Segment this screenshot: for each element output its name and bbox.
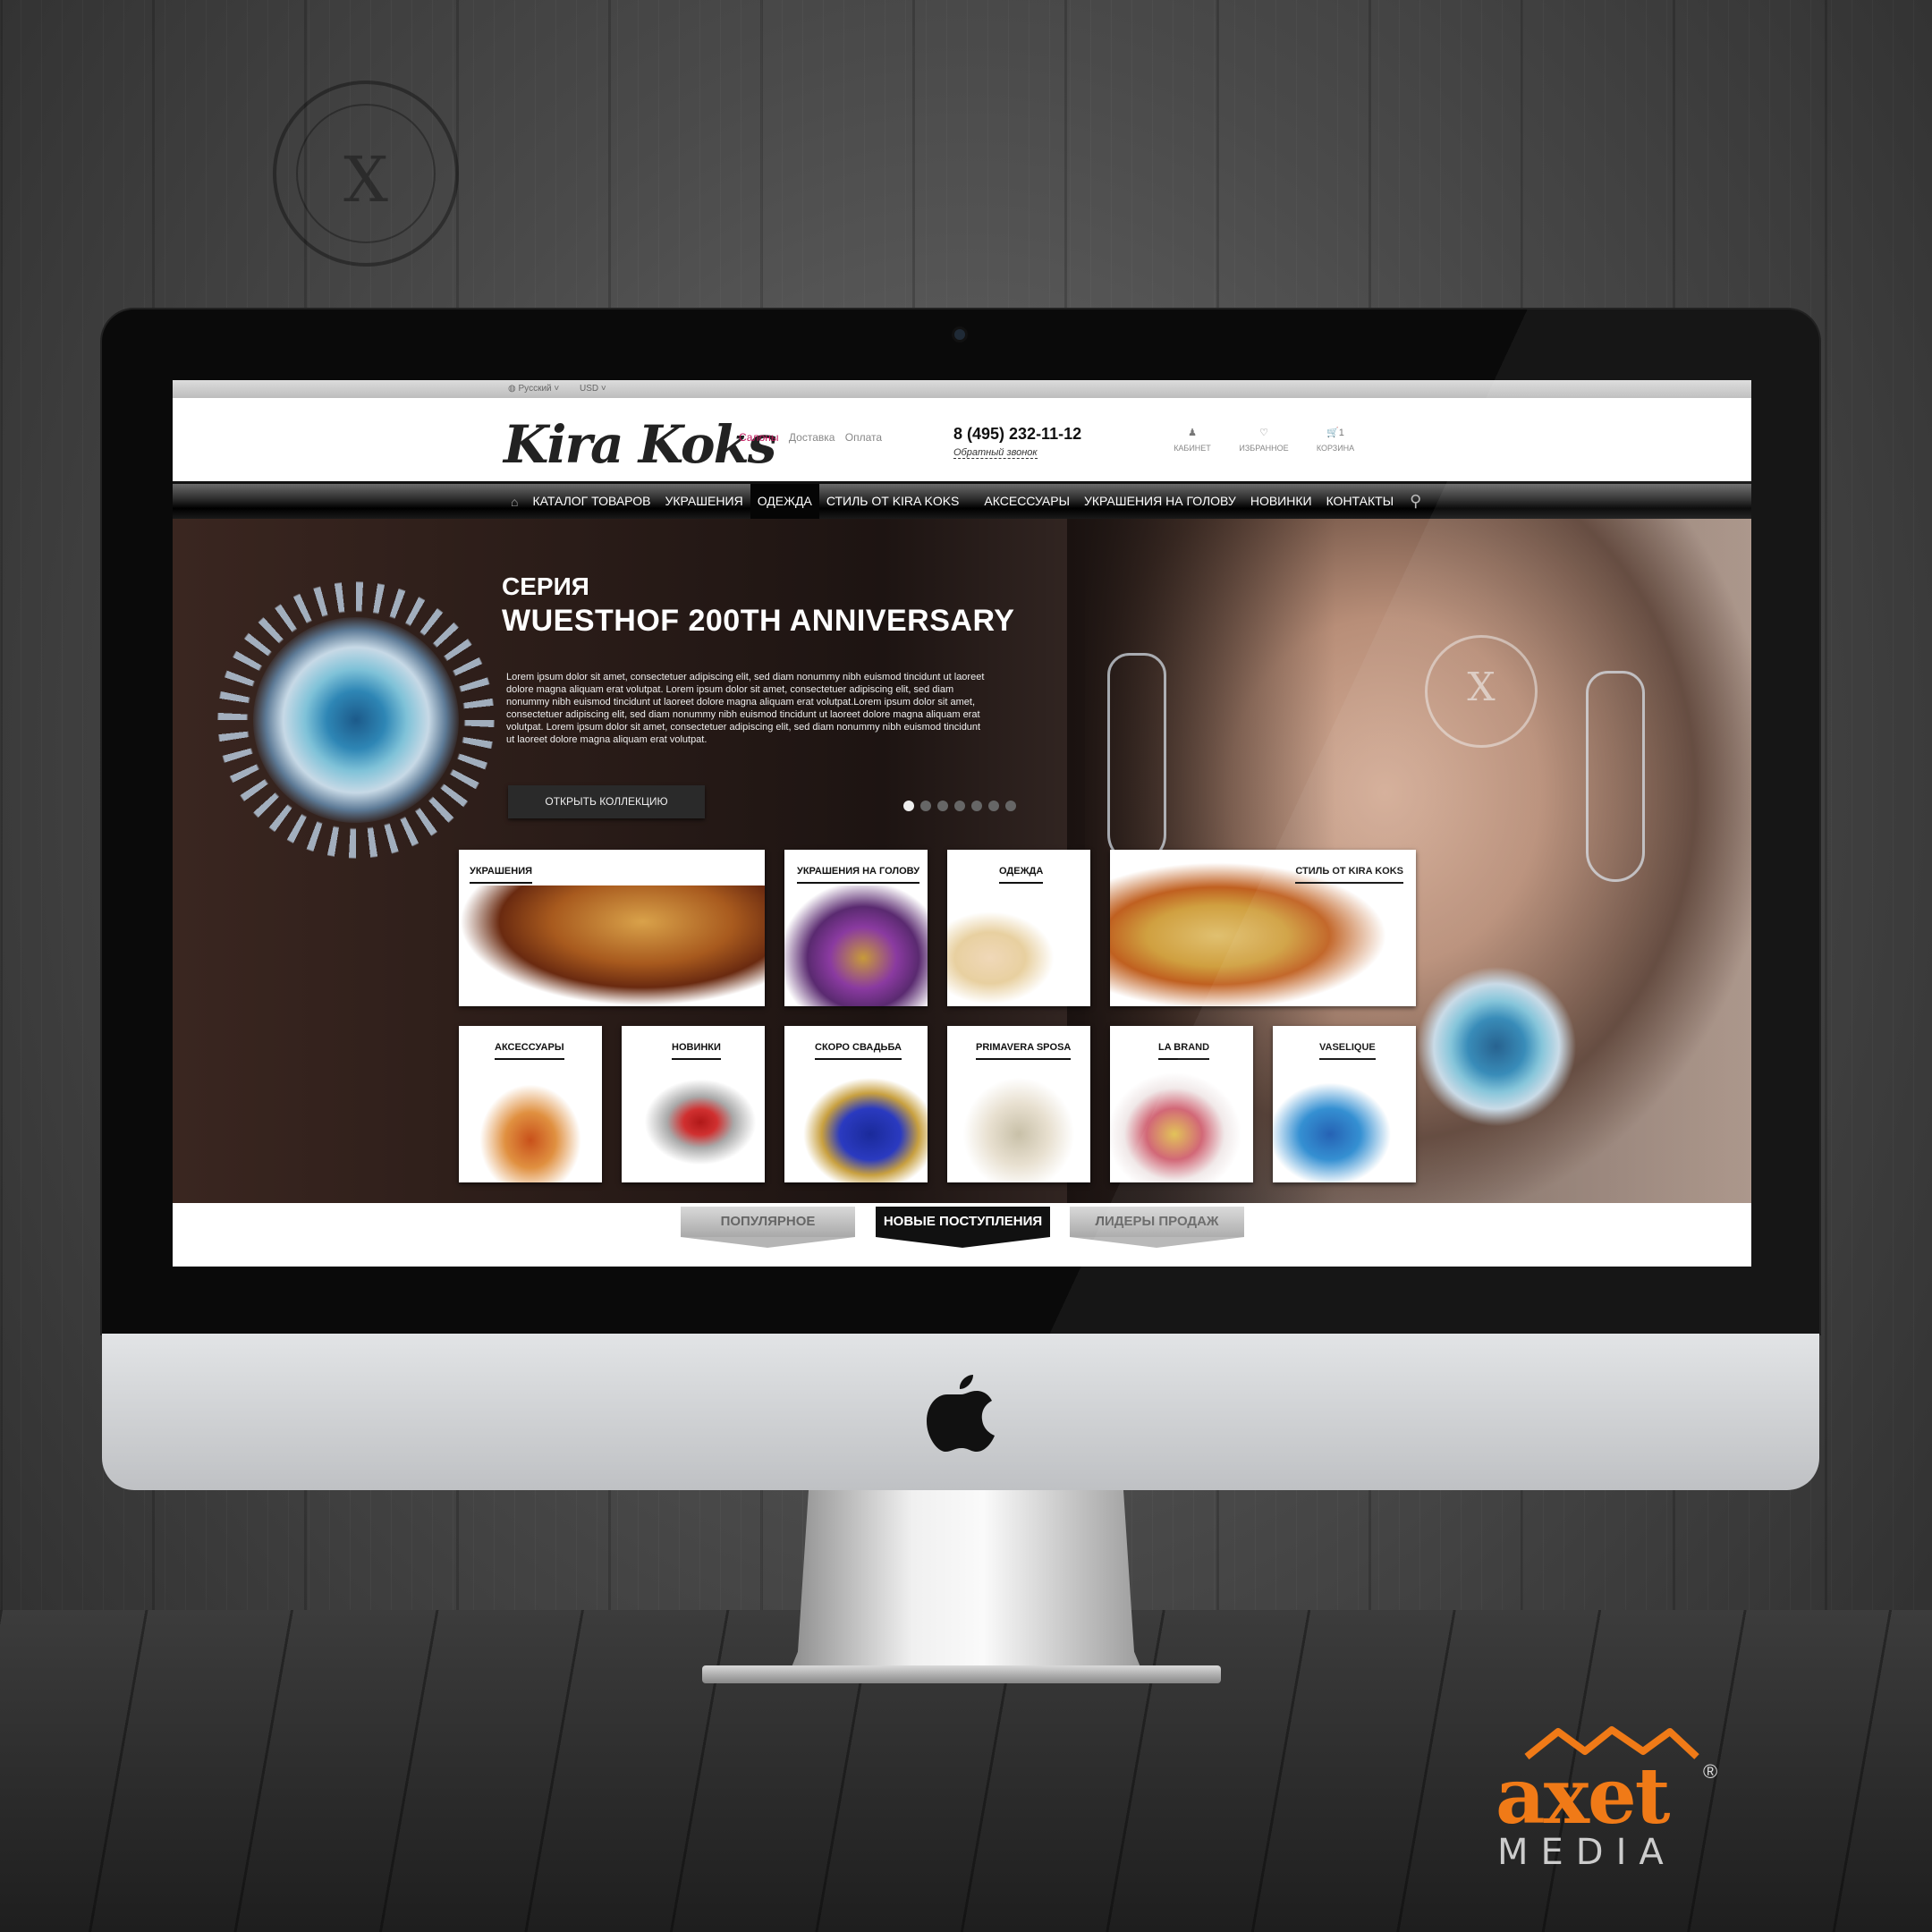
head-jewelry-image [784,886,928,1006]
category-label: УКРАШЕНИЯ [470,866,533,884]
nav-item-head-jewelry[interactable]: УКРАШЕНИЯ НА ГОЛОВУ [1077,484,1243,519]
category-tile-la-brand[interactable]: LA BRAND [1110,1026,1253,1182]
category-label: СКОРО СВАДЬБА [815,1042,902,1060]
category-label: ОДЕЖДА [999,866,1044,884]
watermark-emblem: X [1425,635,1538,748]
slider-dot[interactable] [1005,801,1016,811]
globe-icon: ◍ [508,384,519,394]
callback-link[interactable]: Обратный звонок [953,447,1038,459]
phone-number: 8 (495) 232-11-12 [953,425,1082,443]
slider-dot[interactable] [954,801,965,811]
cabinet-button[interactable]: ♟ КАБИНЕТ [1161,427,1224,453]
category-tile-clothing[interactable]: ОДЕЖДА [947,850,1090,1006]
brooch-image [253,617,459,823]
registered-icon: ® [1703,1760,1718,1783]
monitor-stand [787,1490,1145,1678]
main-nav: ⌂ КАТАЛОГ ТОВАРОВ УКРАШЕНИЯ ОДЕЖДА СТИЛЬ… [173,484,1751,519]
slider-dot[interactable] [971,801,982,811]
open-collection-button[interactable]: ОТКРЫТЬ КОЛЛЕКЦИЮ [508,785,705,818]
category-tile-vaselique[interactable]: VASELIQUE [1273,1026,1416,1182]
monitor-bezel: ◍ Русский ˅ USD ˅ Kira Koks Салоны Доста… [102,309,1819,1334]
category-label: LA BRAND [1158,1042,1210,1060]
hero-title-series: СЕРИЯ [502,572,589,600]
pendant-image [622,1062,765,1182]
slider-dot[interactable] [988,801,999,811]
earring-right-image [1586,671,1645,882]
nav-item-style[interactable]: СТИЛЬ ОТ KIRA KOKS [819,484,978,519]
nav-item-clothing[interactable]: ОДЕЖДА [750,484,819,519]
category-label: УКРАШЕНИЯ НА ГОЛОВУ [797,866,920,884]
necklace-image [459,886,765,1006]
category-tile-head-jewelry[interactable]: УКРАШЕНИЯ НА ГОЛОВУ [784,850,928,1006]
blue-earrings-image [1273,1062,1416,1182]
bridal-necklace-image [947,1062,1090,1182]
slider-dot[interactable] [937,801,948,811]
monitor-stand-base [702,1665,1221,1683]
link-salons[interactable]: Салоны [739,431,779,444]
imac-monitor: ◍ Русский ˅ USD ˅ Kira Koks Салоны Доста… [102,309,1819,1490]
category-label: СТИЛЬ ОТ KIRA KOKS [1295,866,1403,884]
hero-title: WUESTHOF 200TH ANNIVERSARY [502,604,1015,638]
cart-count: 1 [1338,428,1344,438]
category-label: АКСЕССУАРЫ [495,1042,564,1060]
link-delivery[interactable]: Доставка [789,431,835,444]
hero-description: Lorem ipsum dolor sit amet, consectetuer… [506,672,985,745]
category-tile-primavera[interactable]: PRIMAVERA SPOSA [947,1026,1090,1182]
language-select[interactable]: ◍ Русский ˅ [508,384,559,394]
nav-item-jewelry[interactable]: УКРАШЕНИЯ [657,484,750,519]
clothing-image [947,886,1090,1006]
amber-jewelry-image [459,1062,602,1182]
heart-icon: ♡ [1259,428,1268,438]
tab-bestsellers[interactable]: ЛИДЕРЫ ПРОДАЖ [1070,1207,1244,1248]
category-label: VASELIQUE [1319,1042,1376,1060]
category-label: НОВИНКИ [672,1042,721,1060]
axet-wordmark: axet [1496,1751,1670,1842]
tab-new-arrivals[interactable]: НОВЫЕ ПОСТУПЛЕНИЯ [876,1207,1050,1248]
camera-icon [954,329,965,340]
tab-popular[interactable]: ПОПУЛЯРНОЕ [681,1207,855,1248]
currency-select[interactable]: USD ˅ [580,384,606,394]
axet-media-logo: axet ® MEDIA [1496,1724,1764,1873]
nav-item-new[interactable]: НОВИНКИ [1243,484,1319,519]
slider-dot[interactable] [903,801,914,811]
bangles-image [1110,1062,1253,1182]
media-wordmark: MEDIA [1497,1832,1676,1873]
user-icon: ♟ [1188,428,1197,438]
site-header: Kira Koks Салоны Доставка Оплата 8 (495)… [173,398,1751,484]
cart-icon: 🛒 [1326,428,1339,438]
category-tile-accessories[interactable]: АКСЕССУАРЫ [459,1026,602,1182]
nav-item-accessories[interactable]: АКСЕССУАРЫ [977,484,1077,519]
apple-logo-icon [927,1375,995,1452]
site-logo[interactable]: Kira Koks [504,414,776,475]
category-tile-style[interactable]: СТИЛЬ ОТ KIRA KOKS [1110,850,1416,1006]
category-label: PRIMAVERA SPOSA [976,1042,1072,1060]
favorites-label: ИЗБРАННОЕ [1239,444,1289,453]
product-tabs: ПОПУЛЯРНОЕ НОВЫЕ ПОСТУПЛЕНИЯ ЛИДЕРЫ ПРОД… [173,1203,1751,1267]
nav-item-contacts[interactable]: КОНТАКТЫ [1319,484,1402,519]
background-emblem: X [273,80,459,267]
website-screen: ◍ Русский ˅ USD ˅ Kira Koks Салоны Доста… [173,380,1751,1267]
category-tile-new[interactable]: НОВИНКИ [622,1026,765,1182]
slider-dot[interactable] [920,801,931,811]
favorites-button[interactable]: ♡ ИЗБРАННОЕ [1233,427,1295,453]
monitor-chin [102,1334,1819,1490]
nav-item-catalog[interactable]: КАТАЛОГ ТОВАРОВ [525,484,657,519]
category-tile-wedding[interactable]: СКОРО СВАДЬБА [784,1026,928,1182]
cart-button[interactable]: 🛒1 КОРЗИНА [1304,427,1367,453]
header-links: Салоны Доставка Оплата [739,431,889,444]
ring-image [1416,966,1577,1127]
wedding-jewelry-image [784,1062,928,1182]
cabinet-label: КАБИНЕТ [1174,444,1211,453]
search-icon[interactable]: ⚲ [1401,492,1430,511]
home-icon[interactable]: ⌂ [504,495,525,509]
earring-left-image [1107,653,1166,864]
top-bar: ◍ Русский ˅ USD ˅ [173,380,1751,398]
slider-dots [903,801,1016,811]
category-tile-jewelry[interactable]: УКРАШЕНИЯ [459,850,765,1006]
hero-banner: X СЕРИЯ WUESTHOF 200TH ANNIVERSARY Lorem… [173,519,1751,1203]
link-payment[interactable]: Оплата [845,431,882,444]
cart-label: КОРЗИНА [1316,444,1355,453]
